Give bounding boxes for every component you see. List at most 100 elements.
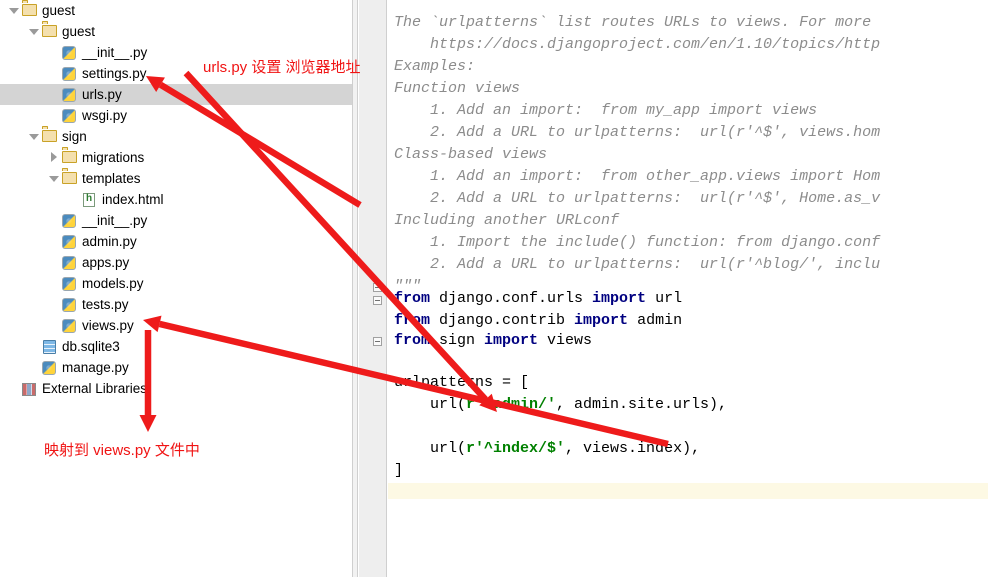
code-span-docstr: Including another URLconf — [394, 212, 620, 229]
tree-twisty-placeholder — [48, 47, 59, 58]
python-file-icon-wrap — [62, 66, 77, 81]
tree-item-urls-py[interactable]: urls.py — [0, 84, 352, 105]
tree-item-guest[interactable]: guest — [0, 21, 352, 42]
python-file-icon — [62, 319, 76, 333]
folder-icon — [42, 25, 57, 37]
code-span-plain: url — [646, 290, 683, 307]
tree-item-models-py[interactable]: models.py — [0, 273, 352, 294]
chevron-down-icon[interactable] — [28, 131, 39, 142]
code-line[interactable]: from sign import views — [394, 330, 592, 352]
chevron-right-icon[interactable] — [48, 152, 59, 163]
code-span-plain: url( — [394, 440, 467, 457]
code-line[interactable]: from django.contrib import admin — [394, 310, 682, 332]
tree-twisty-placeholder — [48, 278, 59, 289]
code-span-str: r'^index/$' — [466, 440, 566, 457]
editor-gutter[interactable] — [359, 0, 387, 577]
code-fold-marker[interactable] — [373, 283, 382, 292]
code-line[interactable]: urlpatterns = [ — [394, 372, 529, 394]
tree-twisty-placeholder — [48, 320, 59, 331]
tree-item-tests-py[interactable]: tests.py — [0, 294, 352, 315]
annotation-top-note: urls.py 设置 浏览器地址 — [203, 59, 361, 76]
python-file-icon-wrap — [62, 108, 77, 123]
chevron-down-icon[interactable] — [28, 26, 39, 37]
code-span-plain: django.contrib — [430, 312, 575, 329]
tree-item--init-py[interactable]: __init__.py — [0, 210, 352, 231]
code-span-plain: url( — [394, 396, 467, 413]
code-span-plain: , admin.site.urls), — [556, 396, 728, 413]
chevron-down-icon[interactable] — [8, 5, 19, 16]
tree-item-label: settings.py — [82, 66, 147, 81]
python-file-icon — [62, 256, 76, 270]
code-span-docstr: 1. Add an import: from my_app import vie… — [394, 102, 818, 119]
code-span-kw: import — [592, 290, 647, 307]
tree-item-apps-py[interactable]: apps.py — [0, 252, 352, 273]
code-line[interactable]: 2. Add a URL to urlpatterns: url(r'^blog… — [394, 254, 880, 276]
tree-item-label: manage.py — [62, 360, 129, 375]
code-span-docstr: 2. Add a URL to urlpatterns: url(r'^$', … — [394, 124, 881, 141]
code-editor[interactable]: The `urlpatterns` list routes URLs to vi… — [359, 0, 988, 577]
python-file-icon-wrap — [42, 360, 57, 375]
tree-item-label: guest — [42, 3, 76, 18]
tree-item-index-html[interactable]: index.html — [0, 189, 352, 210]
tree-item-views-py[interactable]: views.py — [0, 315, 352, 336]
tree-item-wsgi-py[interactable]: wsgi.py — [0, 105, 352, 126]
code-line[interactable]: from django.conf.urls import url — [394, 288, 682, 310]
tree-item-label: urls.py — [82, 87, 122, 102]
folder-icon-wrap — [42, 129, 57, 144]
python-file-icon — [62, 298, 76, 312]
tree-item-sign[interactable]: sign — [0, 126, 352, 147]
code-line[interactable]: 2. Add a URL to urlpatterns: url(r'^$', … — [394, 122, 880, 144]
tree-twisty-placeholder — [48, 257, 59, 268]
code-line[interactable]: Class-based views — [394, 144, 547, 166]
code-line[interactable]: url(r'^index/$', views.index), — [394, 438, 700, 460]
code-line[interactable]: 1. Import the include() function: from d… — [394, 232, 880, 254]
code-span-kw: import — [574, 312, 629, 329]
python-file-icon — [42, 361, 56, 375]
code-text-area[interactable]: The `urlpatterns` list routes URLs to vi… — [388, 0, 988, 577]
tree-item-templates[interactable]: templates — [0, 168, 352, 189]
folder-icon — [62, 172, 77, 184]
code-line[interactable]: 2. Add a URL to urlpatterns: url(r'^$', … — [394, 188, 880, 210]
tree-item-label: wsgi.py — [82, 108, 128, 123]
code-line[interactable]: ] — [394, 460, 403, 482]
tree-item-label: sign — [62, 129, 87, 144]
tree-item-label: migrations — [82, 150, 145, 165]
code-line[interactable]: url(r'^admin/', admin.site.urls), — [394, 394, 727, 416]
tree-twisty-placeholder — [28, 341, 39, 352]
tree-item-manage-py[interactable]: manage.py — [0, 357, 352, 378]
code-line[interactable]: https://docs.djangoproject.com/en/1.10/t… — [394, 34, 880, 56]
code-span-kw: from — [394, 312, 431, 329]
project-tool-window[interactable]: guest guest __init__.py settings.py urls.py w… — [0, 0, 352, 577]
code-span-docstr: 2. Add a URL to urlpatterns: url(r'^blog… — [394, 256, 881, 273]
external-libraries-icon-wrap — [22, 381, 37, 396]
python-file-icon-wrap — [62, 87, 77, 102]
code-span-docstr: https://docs.djangoproject.com/en/1.10/t… — [394, 36, 881, 53]
code-line[interactable]: Function views — [394, 78, 520, 100]
python-file-icon — [62, 46, 76, 60]
tree-item-migrations[interactable]: migrations — [0, 147, 352, 168]
code-line[interactable]: 1. Add an import: from other_app.views i… — [394, 166, 880, 188]
chevron-down-icon[interactable] — [48, 173, 59, 184]
code-fold-marker[interactable] — [373, 296, 382, 305]
python-file-icon — [62, 214, 76, 228]
tree-twisty-placeholder — [48, 110, 59, 121]
tree-twisty-placeholder — [8, 383, 19, 394]
tree-item-external-libraries[interactable]: External Libraries — [0, 378, 352, 399]
code-fold-marker[interactable] — [373, 337, 382, 346]
folder-icon — [22, 4, 37, 16]
code-line[interactable]: The `urlpatterns` list routes URLs to vi… — [394, 12, 871, 34]
code-span-plain: urlpatterns = [ — [394, 374, 530, 391]
code-span-docstr: Examples: — [394, 58, 476, 75]
tree-item-guest[interactable]: guest — [0, 0, 352, 21]
code-line[interactable]: Including another URLconf — [394, 210, 619, 232]
code-span-docstr: 2. Add a URL to urlpatterns: url(r'^$', … — [394, 190, 881, 207]
sqlite-db-icon — [43, 340, 56, 354]
app-window: guest guest __init__.py settings.py urls.py w… — [0, 0, 988, 577]
code-line[interactable]: 1. Add an import: from my_app import vie… — [394, 100, 817, 122]
code-span-docstr: The `urlpatterns` list routes URLs to vi… — [394, 14, 872, 31]
code-line[interactable]: Examples: — [394, 56, 475, 78]
pane-splitter[interactable] — [352, 0, 358, 577]
tree-item-db-sqlite3[interactable]: db.sqlite3 — [0, 336, 352, 357]
tree-item-admin-py[interactable]: admin.py — [0, 231, 352, 252]
folder-icon-wrap — [42, 24, 57, 39]
